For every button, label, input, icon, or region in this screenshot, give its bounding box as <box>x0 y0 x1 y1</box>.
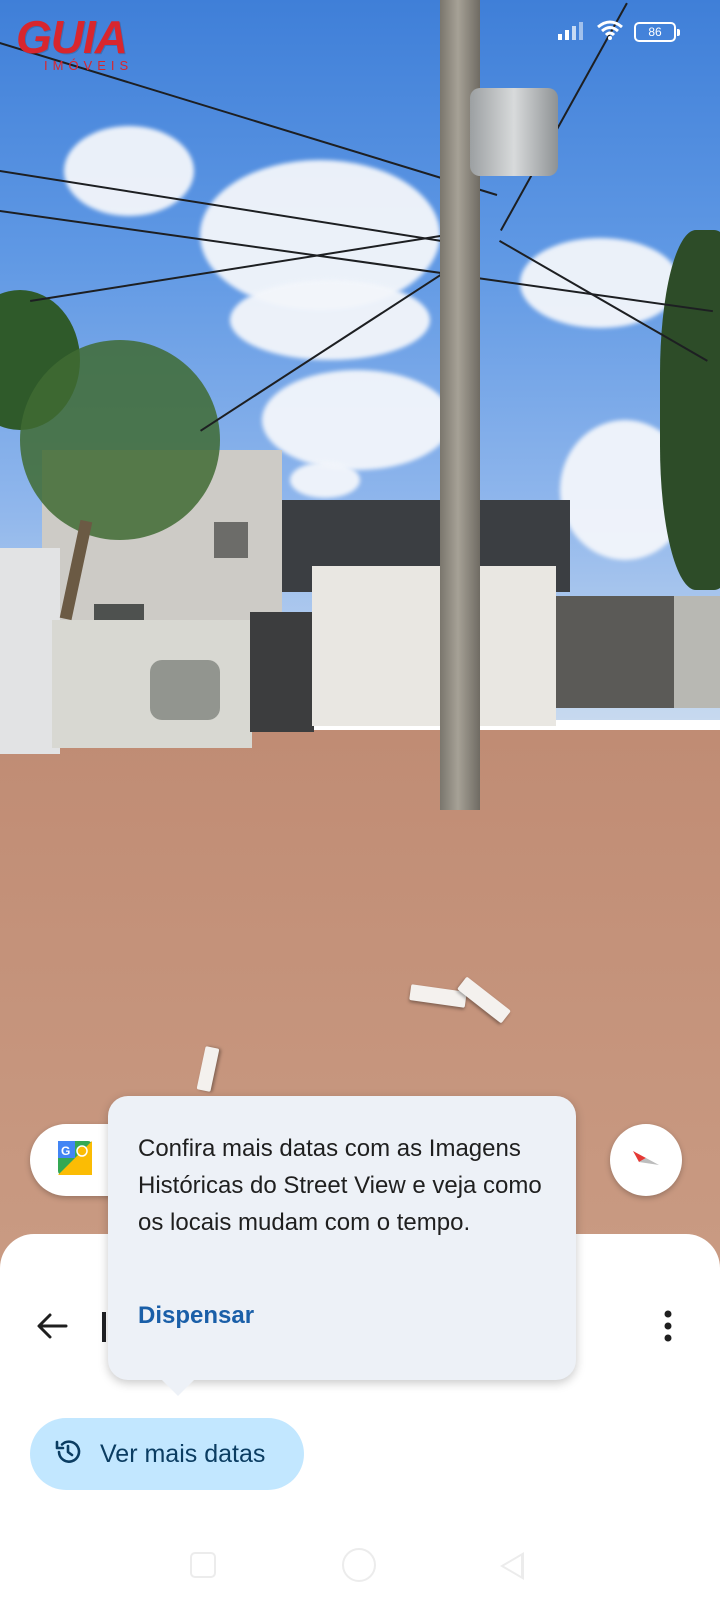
wifi-icon <box>596 19 624 46</box>
white-wall-left <box>0 548 60 754</box>
wall-far-right <box>674 596 720 708</box>
transformer <box>470 88 558 176</box>
status-bar-icons: 86 <box>556 19 680 46</box>
home-button[interactable] <box>342 1548 376 1582</box>
guia-imoveis-logo: GUIA IMÓVEIS <box>16 14 176 84</box>
dismiss-button[interactable]: Dispensar <box>138 1302 254 1330</box>
signal-icon <box>556 20 586 45</box>
history-icon <box>54 1438 82 1471</box>
more-options-button[interactable] <box>644 1304 692 1352</box>
more-vert-icon <box>663 1310 673 1347</box>
see-more-dates-label: Ver mais datas <box>100 1439 266 1468</box>
logo-subtitle: IMÓVEIS <box>44 58 134 73</box>
palm-tree <box>20 340 220 540</box>
tooltip-message: Confira mais datas com as Imagens Histór… <box>138 1135 542 1236</box>
system-back-button[interactable] <box>500 1552 524 1580</box>
metal-gate <box>250 612 314 732</box>
stain-patch <box>150 660 220 720</box>
cloud <box>64 126 194 216</box>
google-maps-street-view-icon: G <box>58 1140 92 1180</box>
historical-imagery-tooltip: Confira mais datas com as Imagens Histór… <box>108 1096 576 1396</box>
sheet-title-partial <box>102 1312 106 1342</box>
battery-indicator: 86 <box>634 22 680 42</box>
logo-name: GUIA <box>16 11 128 63</box>
see-more-dates-button[interactable]: Ver mais datas <box>30 1418 304 1490</box>
building-window <box>214 522 248 558</box>
system-navigation-bar <box>0 1530 720 1600</box>
compass-icon <box>631 1143 661 1178</box>
recents-button[interactable] <box>190 1552 216 1578</box>
cloud <box>262 370 452 470</box>
arrow-left-icon <box>36 1312 68 1345</box>
cloud <box>290 462 360 498</box>
tree-right <box>660 230 720 590</box>
back-button[interactable] <box>28 1304 76 1352</box>
svg-text:G: G <box>61 1144 70 1158</box>
cloud <box>520 238 680 328</box>
gray-gate-right <box>556 596 676 708</box>
white-wall-center <box>312 566 556 726</box>
cloud <box>230 280 430 360</box>
compass-button[interactable] <box>610 1124 682 1196</box>
